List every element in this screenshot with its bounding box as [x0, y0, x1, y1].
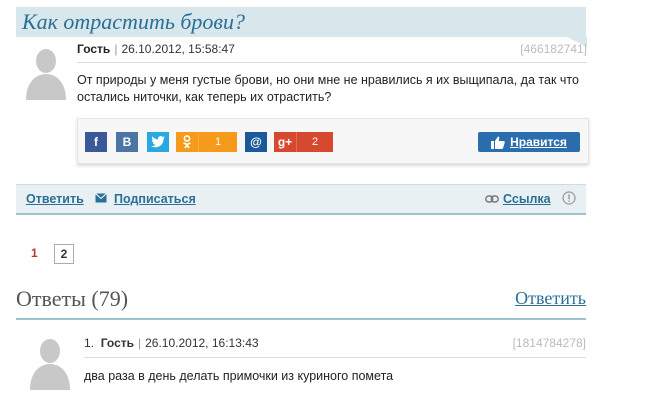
- question-text: От природы у меня густые брови, но они м…: [77, 73, 579, 104]
- answer-divider: [84, 357, 586, 358]
- answer-date: 26.10.2012, 16:13:43: [145, 336, 259, 350]
- permalink-link[interactable]: Ссылка: [503, 192, 551, 206]
- page-1-current: 1: [31, 246, 38, 260]
- chain-link-icon: [485, 193, 499, 207]
- answer-text: два раза в день делать примочки из курин…: [84, 369, 394, 383]
- odnoklassniki-icon[interactable]: [176, 132, 198, 152]
- meta-divider: [77, 62, 587, 63]
- vkontakte-icon[interactable]: В: [116, 132, 138, 152]
- answer-meta: 1. Гость | 26.10.2012, 16:13:43 [181478427…: [84, 336, 586, 350]
- question-id: [466182741]: [520, 42, 587, 56]
- report-icon[interactable]: [562, 191, 576, 208]
- envelope-icon: [95, 192, 107, 206]
- answer-id: [1814784278]: [512, 336, 586, 350]
- question-date: 26.10.2012, 15:58:47: [121, 42, 235, 56]
- like-label: Нравится: [510, 135, 567, 149]
- question-actions-bar: Ответить Подписаться Ссылка: [16, 184, 586, 215]
- ok-share-count: 1: [198, 132, 237, 152]
- page-2-link[interactable]: 2: [54, 244, 74, 264]
- gplus-share-count: 2: [296, 132, 333, 152]
- share-panel: f В 1 @ g+ 2 Нравится: [77, 118, 589, 164]
- facebook-icon[interactable]: f: [85, 132, 107, 152]
- question-title: Как отрастить брови?: [22, 9, 245, 34]
- answer-avatar-icon: [26, 334, 74, 390]
- question-author[interactable]: Гость: [77, 42, 110, 56]
- google-plus-icon[interactable]: g+: [274, 132, 296, 152]
- question-title-bar: Как отрастить брови?: [16, 7, 587, 47]
- like-button[interactable]: Нравится: [478, 132, 580, 152]
- thumbs-up-icon: [491, 136, 505, 149]
- user-avatar-icon: [22, 44, 70, 100]
- answer-author[interactable]: Гость: [101, 336, 134, 350]
- answers-heading: Ответы (79): [16, 286, 129, 311]
- answer-number: 1.: [84, 336, 95, 350]
- answers-divider: [16, 318, 586, 320]
- reply-link[interactable]: Ответить: [26, 192, 84, 206]
- twitter-icon[interactable]: [147, 132, 169, 152]
- subscribe-link[interactable]: Подписаться: [114, 192, 196, 206]
- mail-ru-icon[interactable]: @: [245, 132, 267, 152]
- question-meta: Гость | 26.10.2012, 15:58:47 [466182741]: [77, 42, 587, 56]
- answer-reply-link[interactable]: Ответить: [515, 288, 586, 309]
